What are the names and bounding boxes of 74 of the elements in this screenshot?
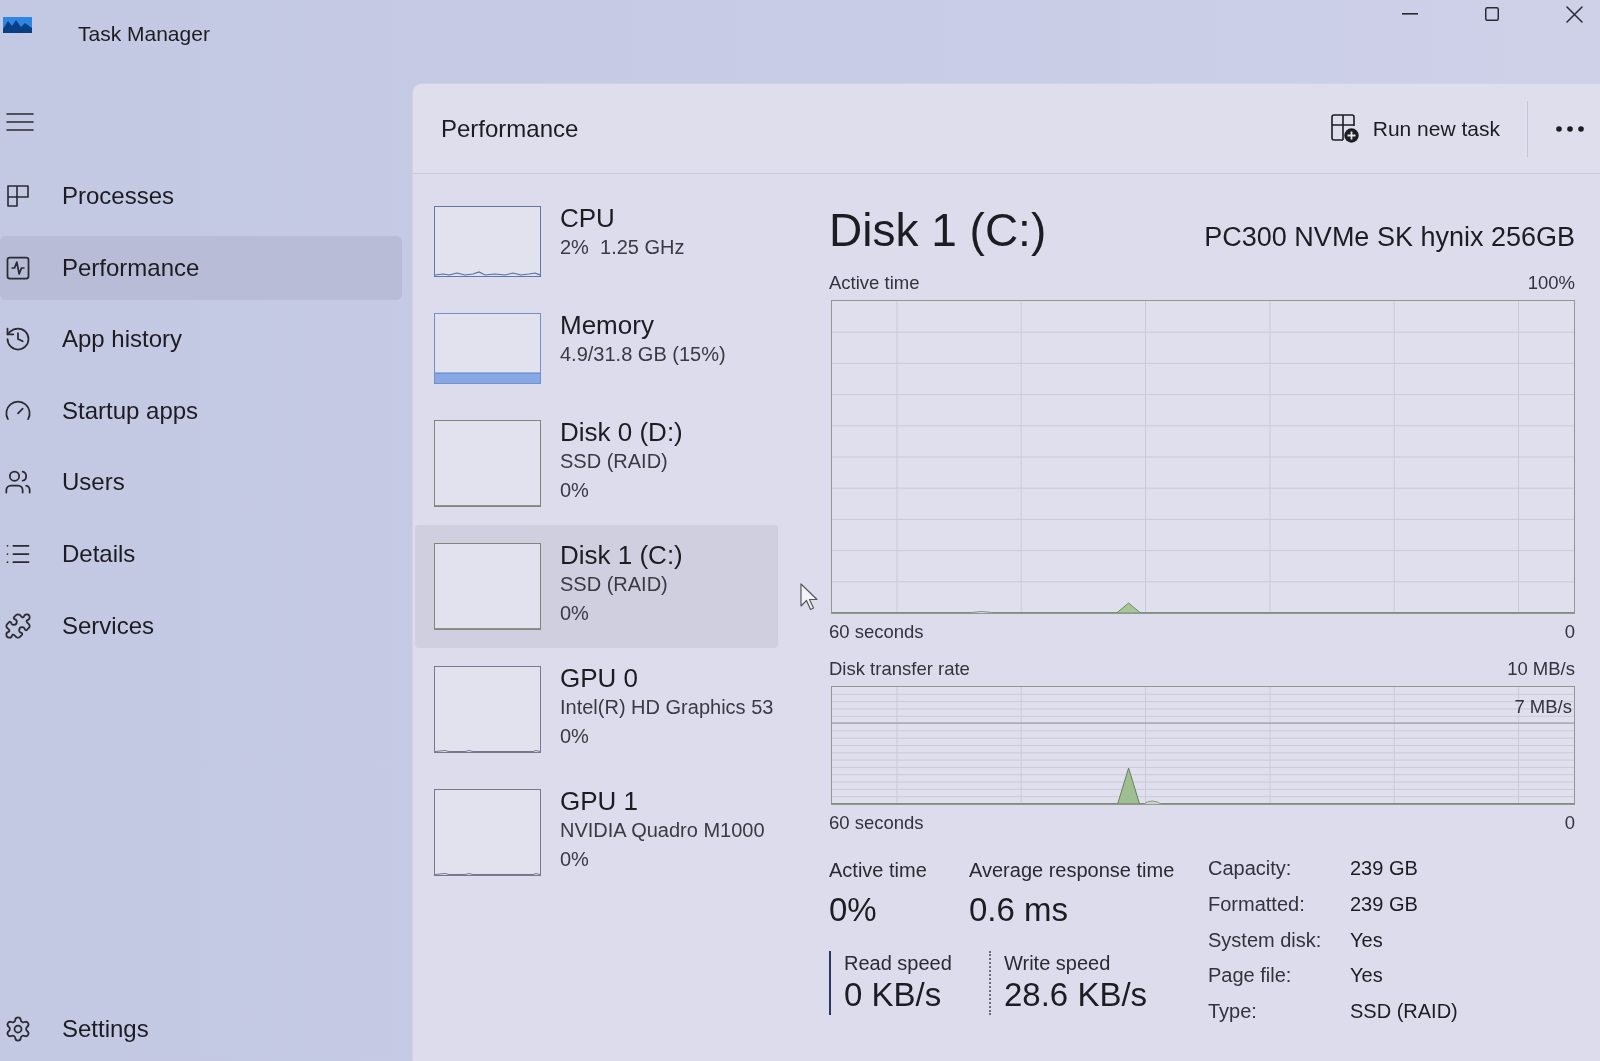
- property-value: 239 GB: [1350, 893, 1418, 917]
- speed-value: 0 KB/s: [844, 975, 942, 1015]
- graph-max-label: 100%: [1527, 272, 1575, 294]
- window-title: Task Manager: [78, 21, 210, 47]
- stat-label: Active time: [829, 858, 927, 882]
- device-item[interactable]: Memory 4.9/31.8 GB (15%): [415, 295, 778, 402]
- speed-label: Write speed: [1004, 951, 1111, 975]
- property-label: Page file:: [1208, 964, 1292, 988]
- panels-icon: [4, 182, 32, 210]
- property-value: SSD (RAID): [1350, 1000, 1458, 1024]
- device-detail: SSD (RAID): [560, 449, 668, 474]
- sidebar-item[interactable]: Performance: [0, 235, 402, 300]
- close-icon: [1565, 5, 1583, 23]
- device-name: GPU 0: [560, 663, 639, 693]
- graph-title: Disk transfer rate: [829, 658, 970, 680]
- device-detail: SSD (RAID): [560, 572, 668, 597]
- axis-end-label: 0: [1564, 812, 1575, 834]
- property-value: 239 GB: [1350, 857, 1418, 881]
- device-detail: 0%: [560, 724, 589, 749]
- graph-scale-label: 7 MB/s: [1514, 696, 1572, 718]
- settings-item[interactable]: Settings: [0, 997, 402, 1061]
- device-detail: 0%: [560, 847, 589, 872]
- device-item[interactable]: Disk 0 (D:) SSD (RAID) 0%: [415, 402, 778, 525]
- new-task-icon: [1330, 114, 1359, 143]
- stat-value: 0%: [829, 890, 877, 930]
- sidebar-item[interactable]: Users: [0, 450, 402, 515]
- axis-end-label: 0: [1564, 621, 1575, 643]
- device-detail: 4.9/31.8 GB (15%): [560, 342, 726, 367]
- property-label: Type:: [1208, 1000, 1257, 1024]
- device-detail: 0%: [560, 601, 589, 626]
- property-label: System disk:: [1208, 928, 1322, 952]
- more-icon: [1556, 125, 1584, 132]
- device-name: Disk 0 (D:): [560, 417, 683, 447]
- device-name: GPU 1: [560, 786, 639, 816]
- device-item[interactable]: CPU 2% 1.25 GHz: [415, 188, 778, 295]
- device-name: Disk 1 (C:): [560, 540, 683, 570]
- sidebar-item[interactable]: App history: [0, 307, 402, 372]
- device-detail: Intel(R) HD Graphics 53: [560, 695, 774, 720]
- sidebar-item[interactable]: Startup apps: [0, 378, 402, 443]
- property-label: Formatted:: [1208, 893, 1305, 917]
- device-name: Memory: [560, 310, 654, 340]
- sidebar-item[interactable]: Processes: [0, 164, 402, 228]
- sidebar-item[interactable]: Services: [0, 593, 402, 658]
- page-title: Performance: [441, 114, 579, 143]
- disk-model: PC300 NVMe SK hynix 256GB: [1204, 222, 1575, 253]
- maximize-icon: [1485, 7, 1499, 21]
- run-new-task-button[interactable]: Run new task: [1320, 106, 1510, 151]
- graph-title: Active time: [829, 272, 920, 294]
- time-span-label: 60 seconds: [829, 812, 924, 834]
- property-value: Yes: [1350, 928, 1383, 952]
- settings-icon: [4, 1015, 32, 1043]
- sidebar-item[interactable]: Details: [0, 521, 402, 586]
- menu-button[interactable]: [6, 113, 34, 131]
- speed-label: Read speed: [844, 951, 952, 975]
- speed-value: 28.6 KB/s: [1004, 975, 1148, 1015]
- app-icon: [3, 17, 32, 33]
- device-detail: 2% 1.25 GHz: [560, 235, 685, 260]
- stat-label: Average response time: [969, 858, 1175, 882]
- menu-icon: [6, 113, 34, 131]
- time-span-label: 60 seconds: [829, 621, 924, 643]
- disk-title: Disk 1 (C:): [829, 203, 1047, 258]
- device-item[interactable]: GPU 1 NVIDIA Quadro M1000 0%: [415, 771, 778, 894]
- puzzle-icon: [4, 611, 32, 640]
- device-detail: NVIDIA Quadro M1000: [560, 818, 765, 843]
- device-item[interactable]: Disk 1 (C:) SSD (RAID) 0%: [415, 525, 778, 648]
- stat-value: 0.6 ms: [969, 890, 1069, 930]
- minimize-icon: [1402, 13, 1418, 15]
- property-value: Yes: [1350, 964, 1383, 988]
- property-label: Capacity:: [1208, 857, 1292, 881]
- graph-max-label: 10 MB/s: [1507, 658, 1575, 680]
- device-name: CPU: [560, 203, 615, 233]
- device-detail: 0%: [560, 478, 589, 503]
- pointer-cursor-icon: [800, 583, 818, 611]
- device-item[interactable]: GPU 0 Intel(R) HD Graphics 53 0%: [415, 648, 778, 771]
